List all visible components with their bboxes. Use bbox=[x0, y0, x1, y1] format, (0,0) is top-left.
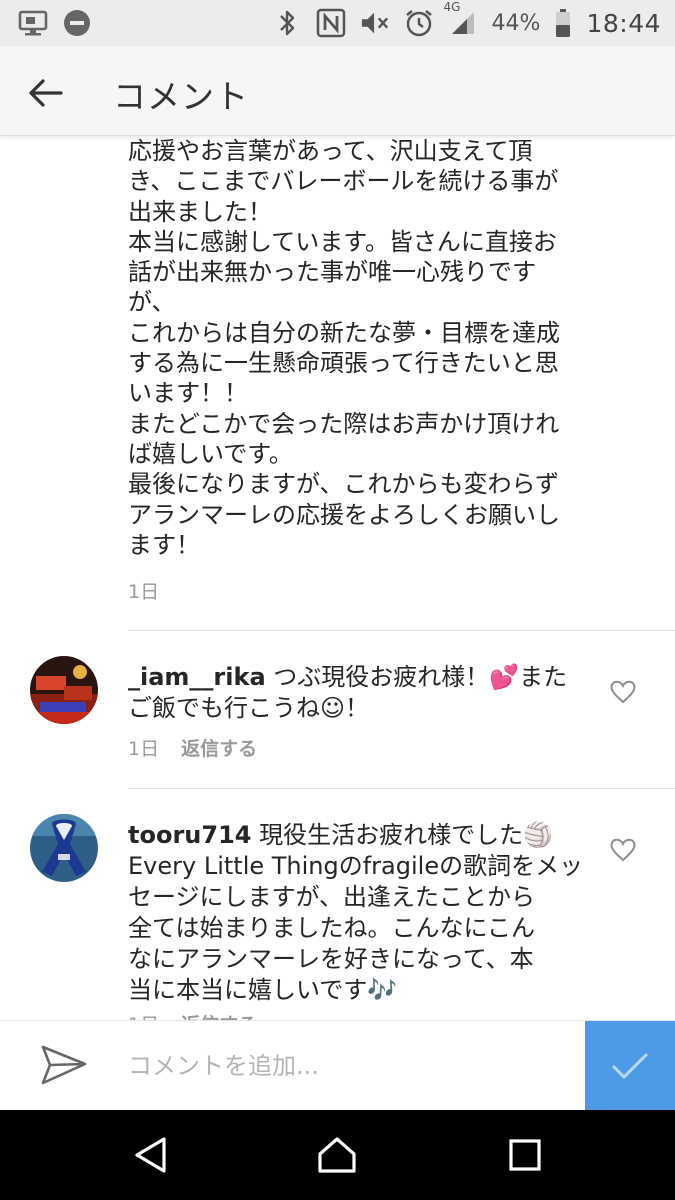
caption-line: 応援やお言葉があって、沢山支えて頂 bbox=[128, 137, 533, 165]
caption-line: き、ここまでバレーボールを続ける事が bbox=[128, 167, 559, 196]
caption-line: ます！ bbox=[128, 530, 200, 559]
add-comment-bar bbox=[0, 1020, 675, 1111]
nav-recents-button[interactable] bbox=[502, 1132, 548, 1178]
avatar[interactable] bbox=[30, 814, 98, 882]
avatar[interactable] bbox=[30, 656, 98, 724]
comment-content: つぶ現役お疲れ様！💕また bbox=[273, 663, 568, 691]
caption-line: 出来ました！ bbox=[128, 197, 272, 226]
heart-icon[interactable] bbox=[610, 838, 636, 862]
status-right-icons: 4G 44% 18:44 bbox=[272, 0, 661, 40]
caption-line: ば嬉しいです。 bbox=[128, 439, 293, 468]
caption-line: 最後になりますが、これからも変わらず bbox=[128, 470, 560, 499]
status-time: 18:44 bbox=[586, 8, 661, 38]
comment-line: 全ては始まりましたね。こんなにこん bbox=[128, 914, 536, 942]
caption-line: またどこかで会った際はお声かけ頂けれ bbox=[128, 409, 560, 438]
app-bar: コメント bbox=[0, 46, 675, 136]
reply-button[interactable]: 返信する bbox=[181, 734, 257, 761]
caption-line: います！！ bbox=[128, 379, 248, 408]
page-title: コメント bbox=[113, 77, 249, 116]
comment-username[interactable]: _iam__rika bbox=[128, 663, 266, 691]
nav-back-button[interactable] bbox=[127, 1132, 173, 1178]
comment-line: _iam__rika つぶ現役お疲れ様！💕また bbox=[128, 662, 588, 693]
square-recents-icon bbox=[509, 1139, 541, 1171]
comment-line: 当に本当に嬉しいです🎶 bbox=[128, 976, 398, 1004]
comment-username[interactable]: tooru714 bbox=[128, 821, 251, 849]
caption-line: 本当に感謝しています。皆さんに直接お bbox=[128, 227, 557, 256]
caption-line: が、 bbox=[128, 288, 176, 317]
alarm-icon bbox=[404, 8, 434, 38]
reply-button[interactable]: 返信する bbox=[181, 1010, 257, 1020]
nfc-icon bbox=[316, 8, 346, 38]
nav-home-button[interactable] bbox=[314, 1132, 360, 1178]
comment-text: tooru714 現役生活お疲れ様でした🏐 Every Little Thing… bbox=[128, 820, 588, 1006]
heart-icon[interactable] bbox=[610, 680, 636, 704]
checkmark-icon bbox=[611, 1052, 649, 1080]
send-icon[interactable] bbox=[40, 1043, 88, 1087]
screen-cast-icon bbox=[18, 8, 48, 38]
comment-timestamp: 1日 bbox=[128, 1010, 159, 1020]
battery-icon bbox=[554, 8, 572, 38]
bluetooth-icon bbox=[272, 8, 302, 38]
status-left-icons bbox=[18, 8, 92, 38]
back-button[interactable] bbox=[22, 70, 68, 116]
caption-line: する為に一生懸命頑張って行きたいと思 bbox=[128, 349, 559, 378]
comments-list[interactable]: 応援やお言葉があって、沢山支えて頂 き、ここまでバレーボールを続ける事が 出来ま… bbox=[0, 136, 675, 1020]
comment-item: tooru714 現役生活お疲れ様でした🏐 Every Little Thing… bbox=[0, 788, 675, 1020]
caption-timestamp: 1日 bbox=[128, 581, 160, 603]
comment-line: ご飯でも行こうね☺！ bbox=[128, 694, 370, 722]
post-caption: 応援やお言葉があって、沢山支えて頂 き、ここまでバレーボールを続ける事が 出来ま… bbox=[128, 136, 618, 560]
post-comment-button[interactable] bbox=[585, 1021, 675, 1111]
arrow-left-icon bbox=[29, 79, 63, 107]
comment-content: 現役生活お疲れ様でした🏐 bbox=[259, 821, 553, 849]
caption-line: これからは自分の新たな夢・目標を達成 bbox=[128, 318, 560, 347]
comment-line: tooru714 現役生活お疲れ様でした🏐 bbox=[128, 820, 588, 851]
home-icon bbox=[318, 1137, 356, 1173]
system-nav-bar bbox=[0, 1110, 675, 1200]
comment-timestamp: 1日 bbox=[128, 738, 160, 760]
comment-item: _iam__rika つぶ現役お疲れ様！💕また ご飯でも行こうね☺！ 1日 返信… bbox=[0, 630, 675, 788]
mute-icon bbox=[360, 8, 390, 38]
signal-indicator: 4G bbox=[444, 0, 478, 38]
caption-line: アランマーレの応援をよろしくお願いし bbox=[128, 500, 560, 529]
triangle-back-icon bbox=[135, 1137, 166, 1173]
comment-meta: 1日 返信する bbox=[128, 734, 257, 761]
comment-line: セージにしますが、出逢えたことから bbox=[128, 883, 536, 911]
network-type: 4G bbox=[443, 0, 461, 14]
comment-line: なにアランマーレを好きになって、本 bbox=[128, 945, 534, 973]
caption-line: 話が出来無かった事が唯一心残りです bbox=[128, 258, 536, 287]
status-bar: 4G 44% 18:44 bbox=[0, 0, 675, 46]
do-not-disturb-icon bbox=[62, 8, 92, 38]
comment-input[interactable] bbox=[128, 1046, 568, 1086]
comment-text: _iam__rika つぶ現役お疲れ様！💕また ご飯でも行こうね☺！ bbox=[128, 662, 588, 724]
comment-meta: 1日 返信する bbox=[128, 1010, 257, 1020]
comment-line: Every Little Thingのfragileの歌詞をメッ bbox=[128, 852, 584, 880]
battery-percent: 44% bbox=[491, 10, 541, 36]
